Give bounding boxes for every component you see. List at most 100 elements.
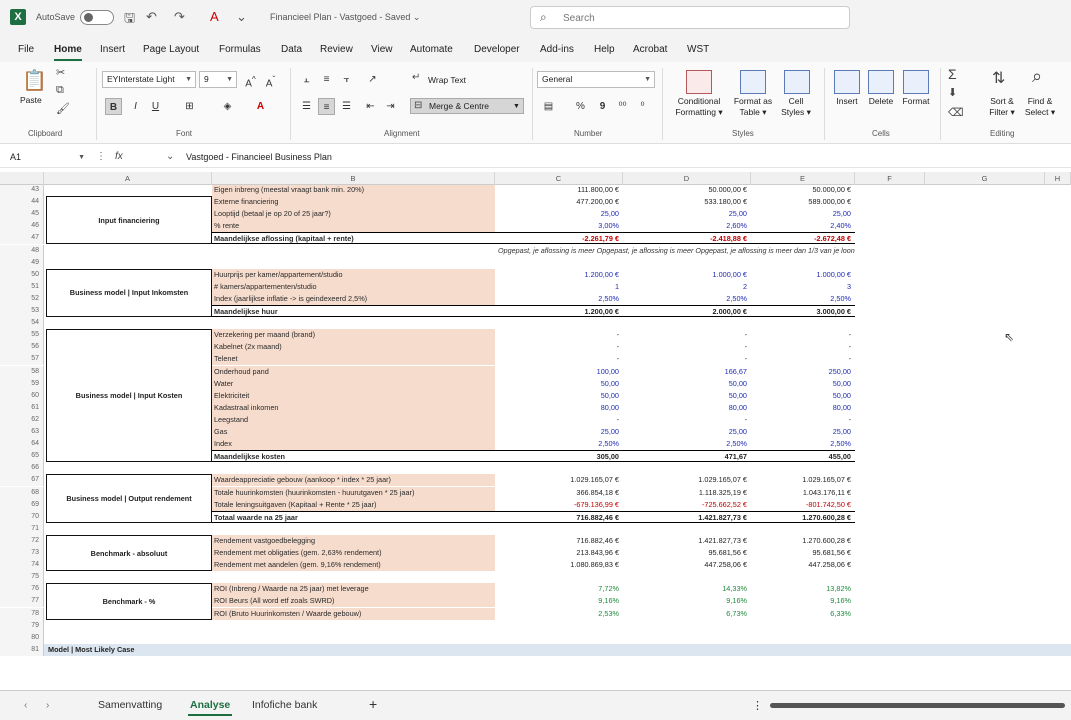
row-label-cell[interactable]: Totale leningsuitgaven (Kapitaal + Rente… [212,498,495,511]
format-button[interactable]: Format [898,96,934,107]
value-cell[interactable]: 455,00 [751,450,855,463]
value-cell[interactable]: - [751,341,855,353]
row-number[interactable]: 74 [0,559,44,572]
row-label-cell[interactable]: Rendement met obligaties (gem. 2,63% ren… [212,547,495,560]
options-dots-icon[interactable]: ⋮ [96,151,106,162]
value-cell[interactable]: 2,40% [751,220,855,232]
row-label-cell[interactable]: Maandelijkse kosten [212,450,495,463]
value-cell[interactable]: 9,16% [495,595,623,607]
row-label-cell[interactable]: # kamers/appartementen/studio [212,280,495,293]
value-cell[interactable]: 50,00 [623,390,751,402]
row-label-cell[interactable]: Kabelnet (2x maand) [212,341,495,354]
value-cell[interactable]: 471,67 [623,450,751,463]
section-label[interactable]: Business model | Input Kosten [46,329,212,463]
column-header-g[interactable]: G [925,172,1045,185]
value-cell[interactable]: - [623,341,751,353]
value-cell[interactable]: - [623,414,751,426]
row-number[interactable]: 46 [0,220,44,233]
value-cell[interactable]: - [751,329,855,341]
row-number[interactable]: 81 [0,643,44,656]
row-label-cell[interactable]: % rente [212,220,495,233]
value-cell[interactable]: 80,00 [623,402,751,414]
row-label-cell[interactable]: Totale huurinkomsten (huurinkomsten - hu… [212,486,495,499]
formula-input[interactable]: Vastgoed - Financieel Business Plan [186,152,332,162]
row-number[interactable]: 44 [0,196,44,209]
row-label-cell[interactable]: ROI (Bruto Huurinkomsten / Waarde gebouw… [212,607,495,620]
document-title[interactable]: Financieel Plan - Vastgoed - Saved ⌄ [270,12,420,23]
row-label-cell[interactable]: Water [212,377,495,390]
value-cell[interactable]: 3 [751,281,855,293]
row-number[interactable]: 56 [0,341,44,354]
tab-review[interactable]: Review [320,44,353,55]
value-cell[interactable]: 111.800,00 € [495,185,623,196]
row-number[interactable]: 78 [0,607,44,620]
value-cell[interactable]: 2,60% [623,220,751,232]
value-cell[interactable]: 1.421.827,73 € [623,510,751,523]
row-number[interactable]: 63 [0,426,44,439]
value-cell[interactable]: 1.000,00 € [751,269,855,281]
row-number[interactable]: 80 [0,631,44,644]
value-cell[interactable]: 25,00 [623,208,751,220]
tab-help[interactable]: Help [594,44,615,55]
value-cell[interactable]: 95.681,56 € [751,547,855,559]
value-cell[interactable]: -2.672,48 € [751,232,855,245]
add-sheet-icon[interactable]: + [369,696,377,712]
section-label[interactable]: Business model | Output rendement [46,474,212,523]
value-cell[interactable]: 589.000,00 € [751,196,855,208]
column-header-f[interactable]: F [855,172,925,185]
save-icon[interactable]: 🖫 [124,9,135,31]
merge-centre-button[interactable]: ⊟ Merge & Centre ▼ [410,98,524,114]
row-number[interactable]: 43 [0,185,44,197]
customize-qat-icon[interactable]: ⌄ [236,9,247,25]
horizontal-scrollbar[interactable] [770,703,1065,708]
value-cell[interactable]: 25,00 [751,208,855,220]
delete-button[interactable]: Delete [864,96,898,107]
row-number[interactable]: 76 [0,583,44,596]
value-cell[interactable]: 6,73% [623,608,751,620]
decrease-font-icon[interactable]: Aˇ [262,71,279,89]
row-label-cell[interactable]: Onderhoud pand [212,365,495,378]
row-number[interactable]: 72 [0,534,44,547]
row-number[interactable]: 54 [0,317,44,330]
value-cell[interactable]: - [495,353,623,365]
value-cell[interactable]: - [495,414,623,426]
value-cell[interactable]: 14,33% [623,583,751,595]
worksheet-grid[interactable]: 43 Eigen inbreng (meestal vraagt bank min… [0,185,1071,690]
row-label-cell[interactable]: Kadastraal inkomen [212,401,495,414]
borders-icon[interactable]: ⊞ [181,98,198,115]
decrease-indent-icon[interactable]: ⇤ [362,98,379,115]
row-number[interactable]: 47 [0,232,44,245]
value-cell[interactable]: - [623,329,751,341]
row-number[interactable]: 62 [0,413,44,426]
value-cell[interactable]: 2,53% [495,608,623,620]
decrease-decimal-icon[interactable]: ⁰ [634,98,651,115]
value-cell[interactable]: 477.200,00 € [495,196,623,208]
row-number[interactable]: 45 [0,208,44,221]
tab-view[interactable]: View [371,44,393,55]
sheet-tab-analyse[interactable]: Analyse [187,699,233,716]
value-cell[interactable]: 1.270.600,28 € [751,510,855,523]
value-cell[interactable]: 1.421.827,73 € [623,535,751,547]
row-number[interactable]: 66 [0,462,44,475]
row-label-cell[interactable]: Externe financiering [212,196,495,209]
row-label-cell[interactable]: Index [212,438,495,451]
align-left-icon[interactable]: ☰ [298,98,315,115]
sort-filter-button[interactable]: Sort & Filter ▾ [982,96,1022,118]
row-label-cell[interactable]: Leegstand [212,413,495,426]
row-label-cell[interactable]: Eigen inbreng (meestal vraagt bank min. … [212,185,495,197]
row-number[interactable]: 75 [0,571,44,584]
value-cell[interactable]: 716.882,46 € [495,510,623,523]
value-cell[interactable]: 1.029.165,07 € [495,474,623,486]
format-painter-icon[interactable]: 🖌 [56,102,70,115]
align-bottom-icon[interactable]: ⫟ [338,71,355,88]
find-select-button[interactable]: Find & Select ▾ [1020,96,1060,118]
row-number[interactable]: 61 [0,401,44,414]
value-cell[interactable]: 2 [623,281,751,293]
value-cell[interactable]: 2,50% [495,293,623,305]
paste-icon[interactable]: 📋 [22,68,47,93]
row-number[interactable]: 77 [0,595,44,608]
wrap-text-button[interactable]: Wrap Text [428,75,466,86]
font-size-select[interactable]: 9 ▼ [199,71,237,88]
row-number[interactable]: 59 [0,377,44,390]
row-label-cell[interactable]: Telenet [212,353,495,366]
